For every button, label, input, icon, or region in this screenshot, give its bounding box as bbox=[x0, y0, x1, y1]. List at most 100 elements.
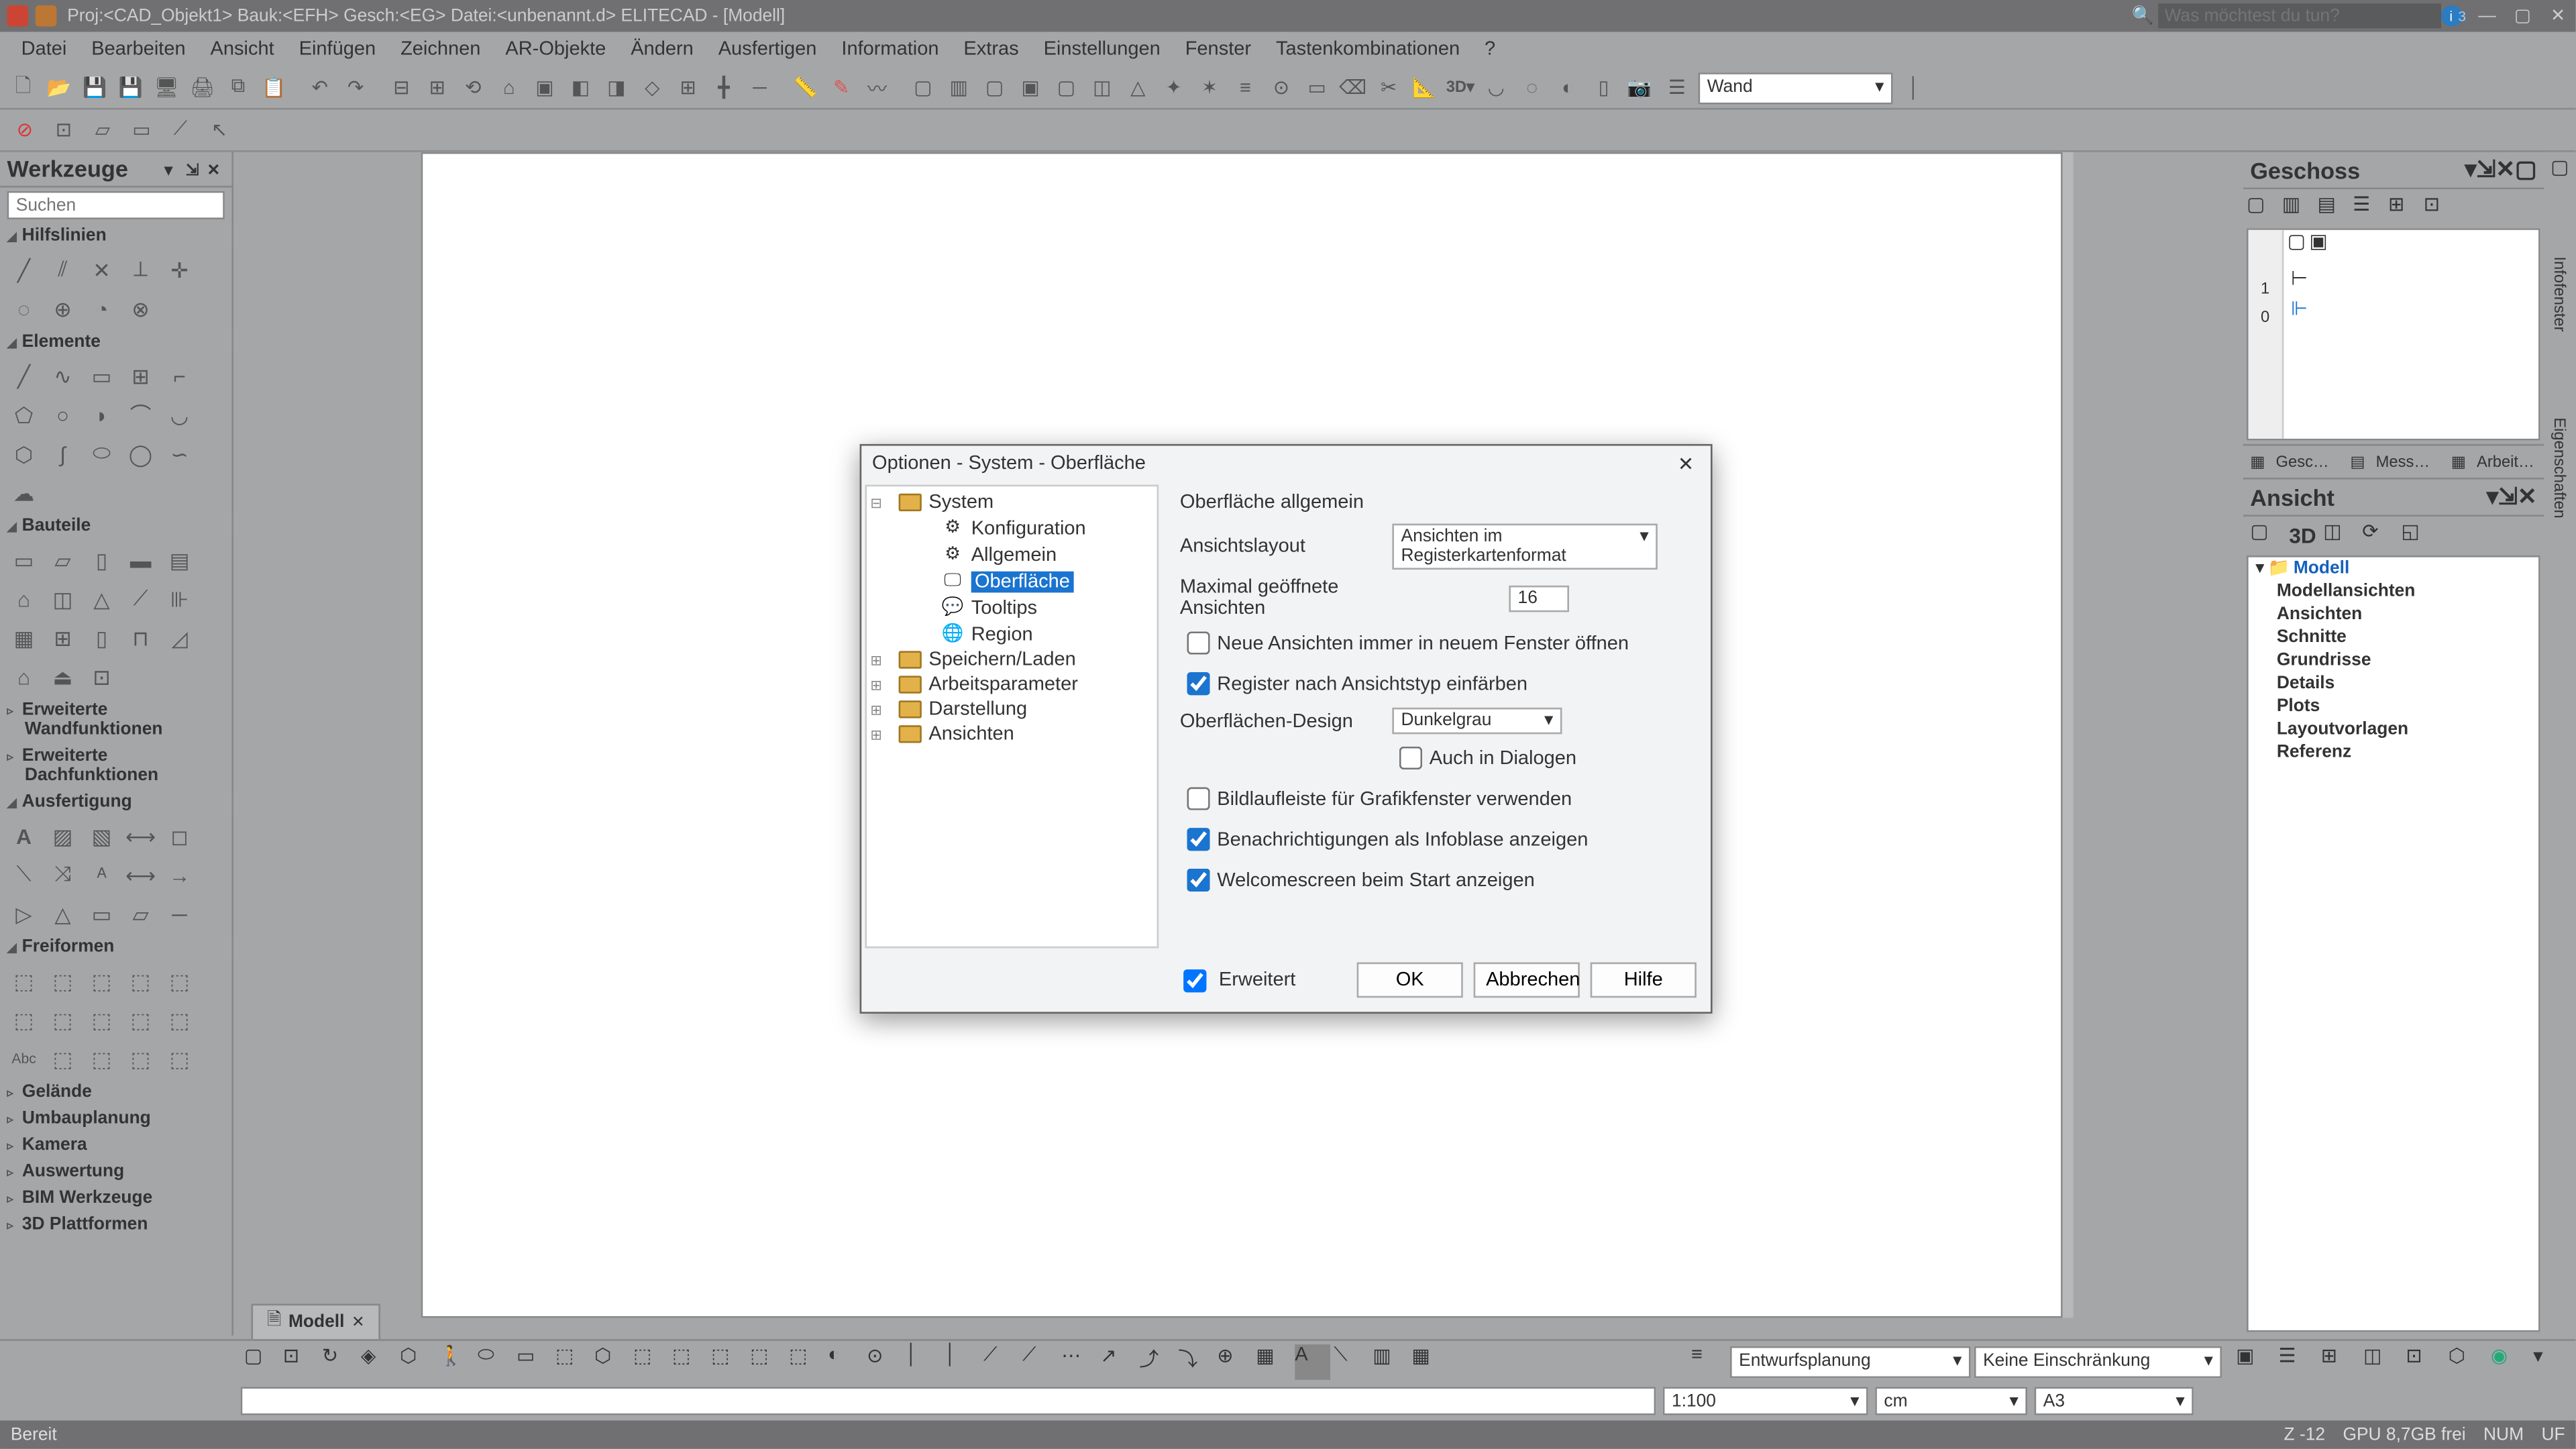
hl-cross-icon[interactable]: ✛ bbox=[163, 253, 197, 286]
af-line1-icon[interactable]: ⟍ bbox=[7, 858, 41, 892]
bt3-icon[interactable]: ↻ bbox=[322, 1344, 358, 1379]
af-rect2-icon[interactable]: ▱ bbox=[124, 897, 158, 930]
bt7-icon[interactable]: ⬭ bbox=[478, 1344, 513, 1379]
bt24-icon[interactable]: ⤴ bbox=[1139, 1344, 1175, 1379]
canvas-scrollbar[interactable] bbox=[2063, 152, 2074, 1318]
bt-sec-icon[interactable]: ◫ bbox=[46, 582, 80, 616]
ff-14-icon[interactable]: ⬚ bbox=[163, 1042, 197, 1075]
tab-geschoss[interactable]: ▦ Gesc… bbox=[2243, 446, 2343, 478]
af-rect-icon[interactable]: ▭ bbox=[85, 897, 119, 930]
bt-gable-icon[interactable]: ⌂ bbox=[7, 660, 41, 694]
bt-dormer-icon[interactable]: ⏏ bbox=[46, 660, 80, 694]
panel-menu-icon[interactable]: ▾ bbox=[2465, 156, 2476, 184]
tree-plots[interactable]: Plots bbox=[2249, 695, 2538, 718]
bt-strip-icon[interactable]: ▤ bbox=[163, 543, 197, 577]
panel-pin-icon[interactable]: ⇲ bbox=[2477, 156, 2496, 184]
menu-tastenkombinationen[interactable]: Tastenkombinationen bbox=[1265, 36, 1470, 64]
bt9-icon[interactable]: ⬚ bbox=[555, 1344, 591, 1379]
tree-ansichten[interactable]: Ansichten bbox=[2249, 603, 2538, 626]
tree-root-modell[interactable]: Modell bbox=[2294, 559, 2350, 578]
bt27-icon[interactable]: ▦ bbox=[1256, 1344, 1291, 1379]
menu-ar-objekte[interactable]: AR-Objekte bbox=[495, 36, 617, 64]
bt10-icon[interactable]: ⬡ bbox=[594, 1344, 630, 1379]
panel-menu-icon[interactable]: ▾ bbox=[164, 160, 182, 178]
panel-pin-icon[interactable]: ⇲ bbox=[186, 160, 203, 178]
menu-bearbeiten[interactable]: Bearbeiten bbox=[80, 36, 196, 64]
tree-oberflaeche[interactable]: 🖵Oberfläche bbox=[867, 568, 1157, 594]
chk-scrollbar[interactable] bbox=[1187, 787, 1210, 810]
group-hilfslinien[interactable]: Hilfslinien bbox=[0, 223, 231, 250]
help-search-input[interactable] bbox=[2157, 3, 2440, 28]
ff-5-icon[interactable]: ⬚ bbox=[163, 964, 197, 998]
br2-icon[interactable]: ☰ bbox=[2278, 1344, 2314, 1379]
bt8-icon[interactable]: ▭ bbox=[517, 1344, 552, 1379]
st-5-icon[interactable]: ⊞ bbox=[2388, 193, 2420, 224]
tree-layoutvorlagen[interactable]: Layoutvorlagen bbox=[2249, 718, 2538, 741]
bt-col-icon[interactable]: ▯ bbox=[85, 543, 119, 577]
hl-angle-icon[interactable]: ✕ bbox=[85, 253, 119, 286]
ruler-icon[interactable]: 📐 bbox=[1408, 70, 1440, 105]
gizmo-icon[interactable]: ✦ bbox=[1158, 70, 1190, 105]
bt6-icon[interactable]: 🚶 bbox=[439, 1344, 474, 1379]
ff-8-icon[interactable]: ⬚ bbox=[85, 1003, 119, 1036]
br4-icon[interactable]: ◫ bbox=[2363, 1344, 2399, 1379]
st-mode2-icon[interactable]: ▣ bbox=[2309, 230, 2327, 253]
hl-parallel-icon[interactable]: ⫽ bbox=[46, 253, 80, 286]
bt-comp-icon[interactable]: ⊡ bbox=[85, 660, 119, 694]
cube-icon[interactable]: ▣ bbox=[529, 70, 561, 105]
mirror-icon[interactable]: △ bbox=[1122, 70, 1154, 105]
curve-icon[interactable]: 〰 bbox=[861, 70, 893, 105]
redo-icon[interactable]: ↷ bbox=[339, 70, 372, 105]
sel1-icon[interactable]: ⊡ bbox=[46, 112, 82, 148]
new-icon[interactable]: 🗋 bbox=[7, 70, 40, 105]
rect-icon[interactable]: ▭ bbox=[1301, 70, 1333, 105]
tree-toggle-icon[interactable]: ▾ bbox=[2255, 559, 2264, 578]
sel2-icon[interactable]: ▱ bbox=[85, 112, 121, 148]
panel-pin-icon[interactable]: ⇲ bbox=[2498, 483, 2518, 511]
el-circle-icon[interactable]: ○ bbox=[46, 398, 80, 431]
av-3-icon[interactable]: ⟳ bbox=[2362, 520, 2394, 551]
delete-icon[interactable]: ⊘ bbox=[7, 112, 43, 148]
el-rect-icon[interactable]: ▭ bbox=[85, 359, 119, 392]
box5-icon[interactable]: ▢ bbox=[1050, 70, 1082, 105]
node-icon[interactable]: ✶ bbox=[1193, 70, 1226, 105]
menu-fenster[interactable]: Fenster bbox=[1175, 36, 1262, 64]
af-sup-icon[interactable]: ᴬ bbox=[85, 858, 119, 892]
cyl-icon[interactable]: ▯ bbox=[1587, 70, 1619, 105]
home-icon[interactable]: ⌂ bbox=[493, 70, 525, 105]
el-ellipse-icon[interactable]: ⬭ bbox=[85, 437, 119, 470]
bt-roof-icon[interactable]: ⌂ bbox=[7, 582, 41, 616]
tree-grundrisse[interactable]: Grundrisse bbox=[2249, 649, 2538, 672]
combo-paper[interactable]: A3▾ bbox=[2035, 1387, 2194, 1415]
bt-rail-icon[interactable]: ⊪ bbox=[163, 582, 197, 616]
tree-konfiguration[interactable]: ⚙Konfiguration bbox=[867, 515, 1157, 541]
bt29-icon[interactable]: ⟍ bbox=[1334, 1344, 1369, 1379]
el-halfcirc-icon[interactable]: ◗ bbox=[85, 398, 119, 431]
combo-constraint[interactable]: Keine Einschränkung▾ bbox=[1974, 1345, 2222, 1377]
menu-information[interactable]: Information bbox=[831, 36, 950, 64]
layer-combo[interactable]: Wand▾ bbox=[1699, 72, 1893, 103]
tool2-icon[interactable]: ✂ bbox=[1373, 70, 1405, 105]
hl-del-icon[interactable]: ⊗ bbox=[124, 292, 158, 325]
av-3d-button[interactable]: 3D bbox=[2289, 524, 2316, 549]
ok-button[interactable]: OK bbox=[1357, 963, 1463, 998]
menu-extras[interactable]: Extras bbox=[953, 36, 1030, 64]
ff-1-icon[interactable]: ⬚ bbox=[7, 964, 41, 998]
minus-icon[interactable]: ⊟ bbox=[385, 70, 417, 105]
box4-icon[interactable]: ▣ bbox=[1014, 70, 1046, 105]
sel4-icon[interactable]: ⟋ bbox=[163, 112, 199, 148]
tree-region[interactable]: 🌐Region bbox=[867, 621, 1157, 648]
tree-details[interactable]: Details bbox=[2249, 672, 2538, 695]
af-arrow-icon[interactable]: → bbox=[163, 858, 197, 892]
cat-auswertung[interactable]: Auswertung bbox=[0, 1159, 231, 1185]
bt1-icon[interactable]: ▢ bbox=[244, 1344, 280, 1379]
layer-vis-icon[interactable]: │ bbox=[1896, 70, 1932, 105]
bt30-icon[interactable]: ▥ bbox=[1373, 1344, 1408, 1379]
undo-icon[interactable]: ↶ bbox=[304, 70, 336, 105]
ff-3-icon[interactable]: ⬚ bbox=[85, 964, 119, 998]
av-1-icon[interactable]: ▢ bbox=[2250, 520, 2282, 551]
side-icon[interactable]: ◨ bbox=[600, 70, 633, 105]
edge-icon[interactable]: ≡ bbox=[1229, 70, 1261, 105]
bt5-icon[interactable]: ⬡ bbox=[400, 1344, 435, 1379]
ff-text-icon[interactable]: Abc bbox=[7, 1042, 41, 1075]
